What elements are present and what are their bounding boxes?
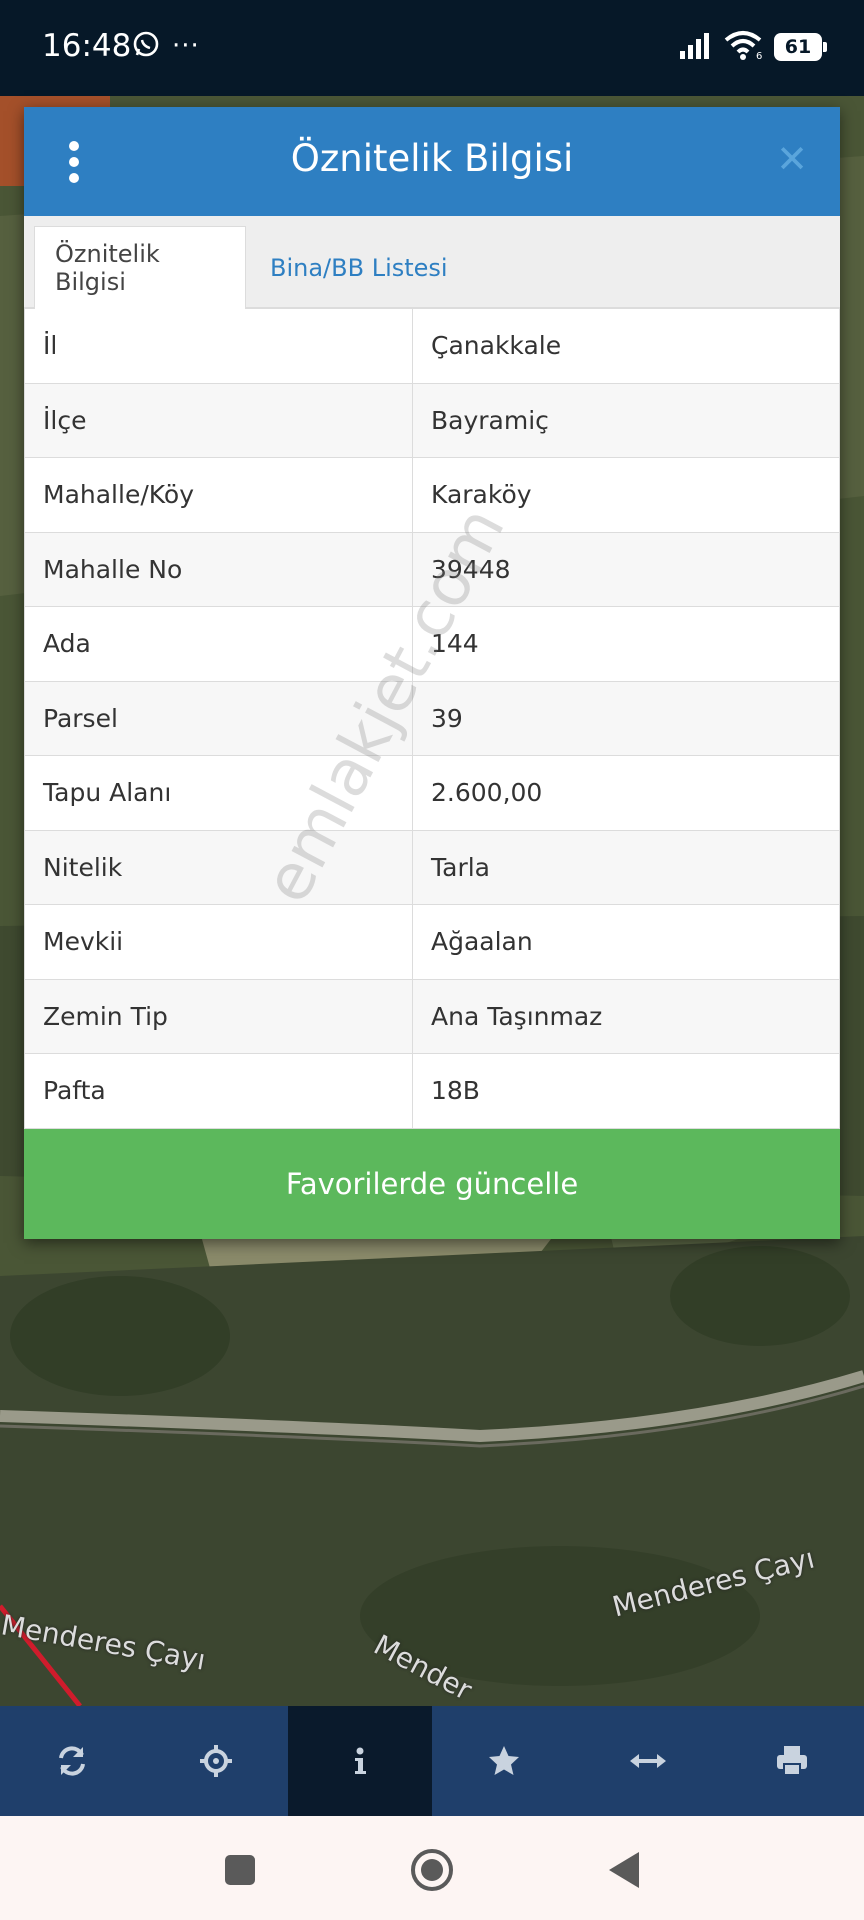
attribute-dialog: Öznitelik Bilgisi ✕ Öznitelik Bilgisi Bi… [24, 107, 840, 1239]
row-label: İl [24, 308, 413, 384]
row-label: Parsel [24, 680, 413, 756]
svg-text:6: 6 [756, 51, 762, 60]
signal-icon [678, 31, 714, 63]
refresh-icon [59, 1746, 85, 1776]
system-icons: 6 61 [678, 30, 827, 64]
row-label: Nitelik [24, 829, 413, 905]
table-row: Pafta 18B [24, 1053, 840, 1129]
home-icon [411, 1849, 453, 1891]
row-value: Ana Taşınmaz [412, 978, 840, 1054]
table-row: Parsel 39 [24, 680, 840, 756]
favorites-button[interactable] [432, 1706, 576, 1816]
back-button[interactable] [598, 1844, 650, 1896]
notification-icons: ··· [132, 30, 200, 62]
row-value: 39448 [412, 531, 840, 607]
tab-bar: Öznitelik Bilgisi Bina/BB Listesi [24, 216, 840, 309]
recents-button[interactable] [214, 1844, 266, 1896]
row-value: Karaköy [412, 457, 840, 533]
table-row: Nitelik Tarla [24, 829, 840, 905]
wifi-icon: 6 [724, 30, 764, 64]
table-row: Tapu Alanı 2.600,00 [24, 755, 840, 831]
info-button[interactable] [288, 1706, 432, 1816]
row-label: İlçe [24, 382, 413, 458]
measure-button[interactable] [576, 1706, 720, 1816]
row-label: Tapu Alanı [24, 755, 413, 831]
more-notifications-icon: ··· [172, 31, 200, 61]
dialog-header: Öznitelik Bilgisi ✕ [24, 107, 840, 216]
print-button[interactable] [720, 1706, 864, 1816]
locate-button[interactable] [144, 1706, 288, 1816]
update-favorites-button[interactable]: Favorilerde güncelle [24, 1128, 840, 1239]
dialog-title: Öznitelik Bilgisi [290, 137, 574, 180]
table-row: İlçe Bayramiç [24, 382, 840, 458]
row-value: 18B [412, 1053, 840, 1129]
print-icon [777, 1746, 807, 1776]
status-time: 16:48 [42, 28, 132, 64]
row-value: Bayramiç [412, 382, 840, 458]
table-row: Mevkii Ağaalan [24, 904, 840, 980]
row-value: 144 [412, 606, 840, 682]
measure-icon [630, 1754, 666, 1768]
row-value: Çanakkale [412, 308, 840, 384]
attribute-table: İl Çanakkale İlçe Bayramiç Mahalle/Köy Kara… [24, 308, 840, 1129]
row-label: Ada [24, 606, 413, 682]
row-value: 2.600,00 [412, 755, 840, 831]
table-row: Mahalle No 39448 [24, 531, 840, 607]
whatsapp-icon [132, 30, 160, 62]
home-button[interactable] [406, 1844, 458, 1896]
status-bar: 16:48 ··· 6 61 [0, 0, 864, 96]
row-value: 39 [412, 680, 840, 756]
map-toolbar [0, 1706, 864, 1816]
row-label: Zemin Tip [24, 978, 413, 1054]
close-icon[interactable]: ✕ [770, 137, 814, 181]
info-icon [355, 1747, 366, 1774]
tab-attribute-info[interactable]: Öznitelik Bilgisi [34, 226, 246, 309]
row-value: Ağaalan [412, 904, 840, 980]
row-label: Mevkii [24, 904, 413, 980]
tab-building-list[interactable]: Bina/BB Listesi [250, 226, 468, 309]
row-label: Pafta [24, 1053, 413, 1129]
battery-icon: 61 [774, 33, 827, 61]
table-row: Mahalle/Köy Karaköy [24, 457, 840, 533]
table-row: Zemin Tip Ana Taşınmaz [24, 978, 840, 1054]
back-icon [609, 1852, 639, 1888]
table-row: Ada 144 [24, 606, 840, 682]
row-label: Mahalle/Köy [24, 457, 413, 533]
locate-icon [200, 1745, 232, 1777]
row-value: Tarla [412, 829, 840, 905]
table-row: İl Çanakkale [24, 308, 840, 384]
refresh-button[interactable] [0, 1706, 144, 1816]
recents-icon [225, 1855, 255, 1885]
system-nav-bar [0, 1816, 864, 1920]
star-icon [489, 1746, 519, 1775]
row-label: Mahalle No [24, 531, 413, 607]
